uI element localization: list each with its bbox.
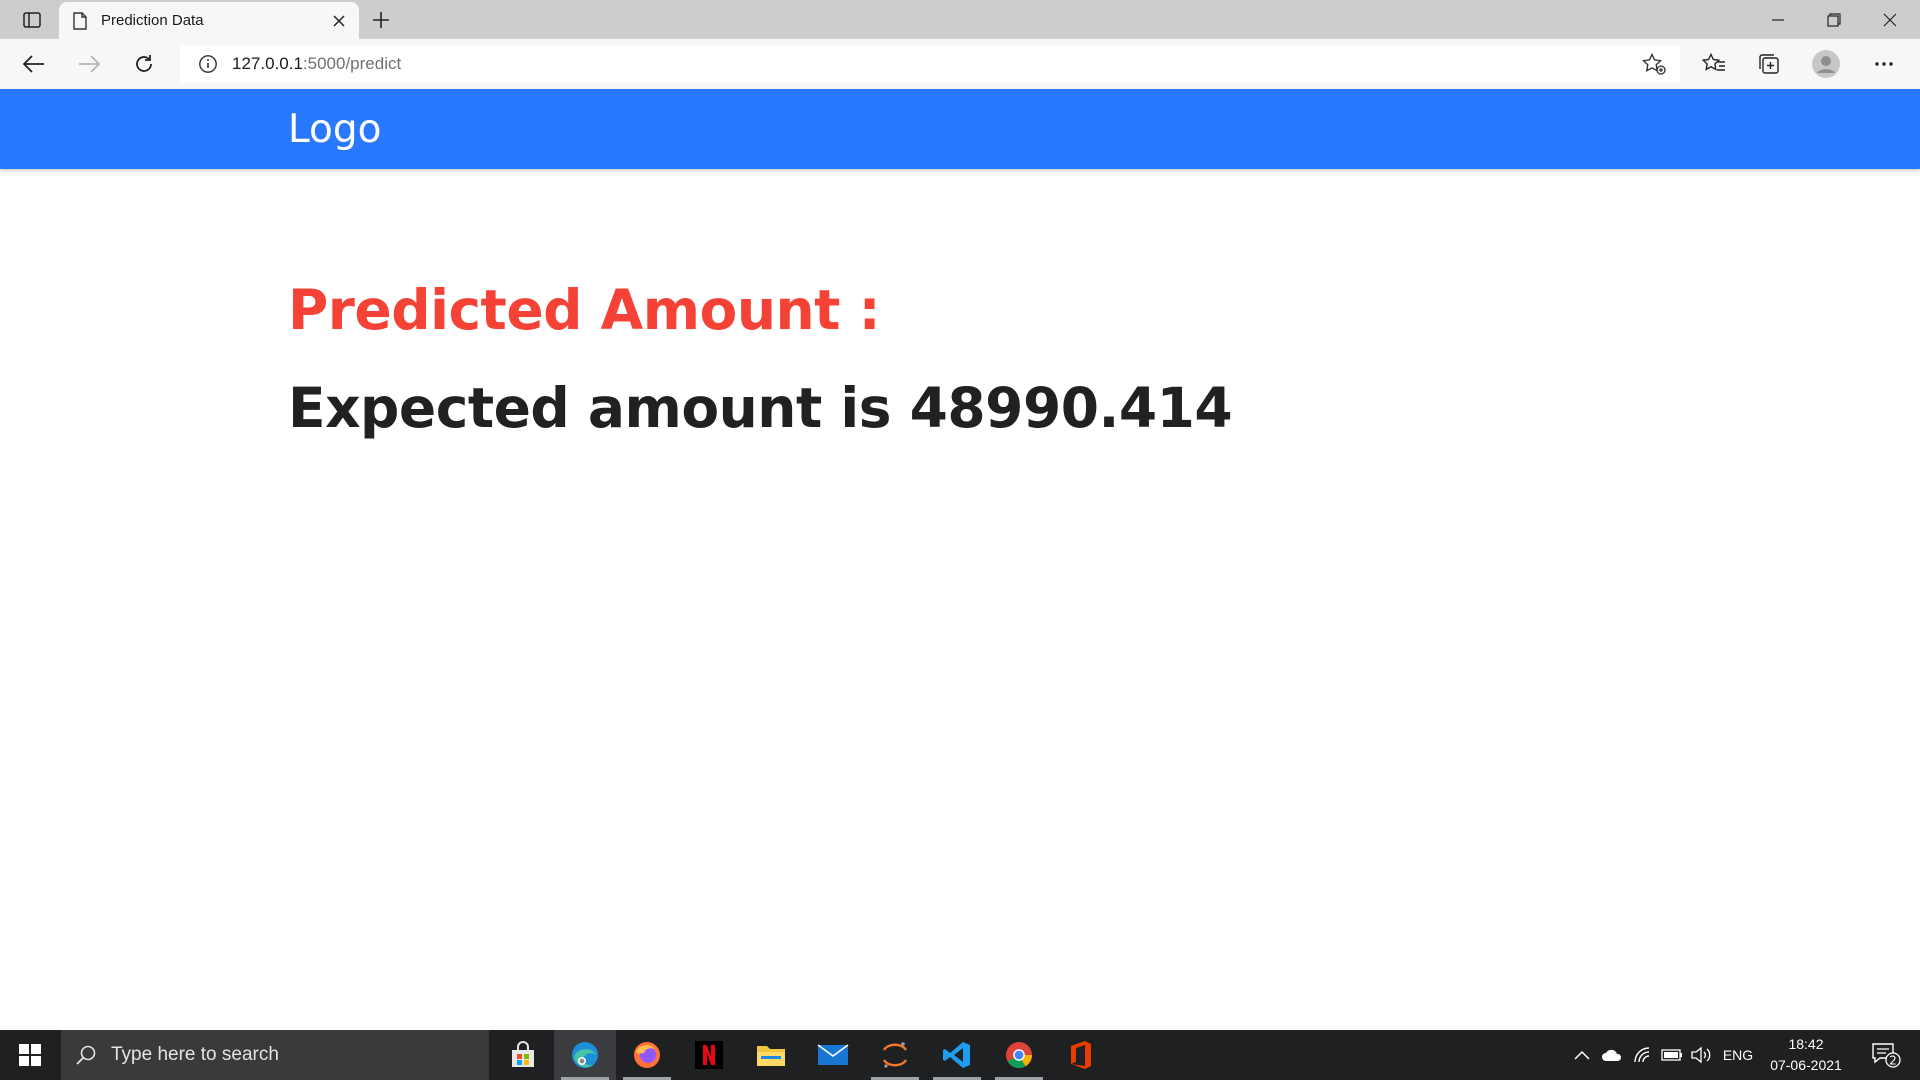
- wifi-icon: [1634, 1047, 1650, 1063]
- close-icon: [1883, 13, 1897, 26]
- browser-window: Prediction Data 127.0.0.1:5000/predict L…: [0, 0, 1920, 1080]
- vscode-icon: [943, 1042, 970, 1068]
- jupyter-icon: [882, 1042, 908, 1068]
- speaker-icon: [1691, 1046, 1711, 1064]
- search-placeholder: Type here to search: [111, 1044, 279, 1065]
- windows-logo-icon: [19, 1044, 41, 1066]
- taskbar-chrome[interactable]: [988, 1030, 1050, 1080]
- chrome-icon: [1006, 1042, 1033, 1069]
- close-icon: [333, 14, 345, 27]
- taskbar-search-box[interactable]: Type here to search: [61, 1030, 489, 1080]
- prediction-result: Expected amount is 48990.414: [288, 376, 1233, 440]
- site-logo[interactable]: Logo: [288, 107, 382, 152]
- taskbar-store[interactable]: [492, 1030, 554, 1080]
- cloud-icon: [1602, 1049, 1622, 1061]
- close-window-button[interactable]: [1862, 0, 1918, 39]
- address-bar[interactable]: 127.0.0.1:5000/predict: [180, 45, 1680, 83]
- edge-icon: [572, 1042, 598, 1068]
- store-icon: [512, 1041, 534, 1067]
- start-button[interactable]: [0, 1030, 60, 1080]
- new-tab-button[interactable]: [366, 5, 396, 35]
- notification-icon: 2: [1872, 1043, 1901, 1068]
- page-icon: [73, 11, 87, 30]
- mail-icon: [817, 1044, 849, 1065]
- chevron-up-icon: [1574, 1050, 1590, 1060]
- url-text: 127.0.0.1:5000/predict: [232, 54, 401, 74]
- settings-menu-button[interactable]: [1866, 47, 1902, 81]
- refresh-icon: [136, 55, 152, 72]
- refresh-button[interactable]: [126, 47, 162, 81]
- prediction-heading: Predicted Amount :: [288, 278, 881, 342]
- collections-icon: [1759, 54, 1779, 74]
- action-center-button[interactable]: 2: [1862, 1030, 1912, 1080]
- language-label: ENG: [1722, 1047, 1754, 1063]
- star-add-icon: [1642, 53, 1666, 75]
- taskbar-firefox[interactable]: [616, 1030, 678, 1080]
- more-icon: [1875, 62, 1893, 66]
- taskbar-mail[interactable]: [802, 1030, 864, 1080]
- restore-icon: [1827, 12, 1841, 27]
- site-info-button[interactable]: [188, 45, 228, 83]
- add-favorite-button[interactable]: [1640, 51, 1668, 77]
- minimize-button[interactable]: [1750, 0, 1806, 39]
- profile-button[interactable]: [1808, 47, 1844, 81]
- restore-button[interactable]: [1806, 0, 1862, 39]
- tab-close-button[interactable]: [325, 7, 353, 35]
- minimize-icon: [1772, 18, 1784, 21]
- url-path: :5000/predict: [302, 54, 402, 73]
- favorites-button[interactable]: [1696, 47, 1732, 81]
- site-navbar: Logo: [0, 89, 1920, 169]
- firefox-icon: [634, 1042, 660, 1068]
- search-icon: [76, 1045, 96, 1065]
- language-indicator[interactable]: ENG: [1720, 1030, 1756, 1080]
- forward-arrow-icon: [79, 55, 100, 73]
- tab-strip: Prediction Data: [0, 0, 1920, 39]
- clock-time: 18:42: [1788, 1036, 1824, 1052]
- taskbar-clock[interactable]: 18:42 07-06-2021: [1760, 1034, 1852, 1076]
- volume-tray[interactable]: [1688, 1030, 1716, 1080]
- plus-icon: [373, 12, 389, 28]
- info-icon: [199, 55, 217, 73]
- taskbar-file-explorer[interactable]: [740, 1030, 802, 1080]
- file-explorer-icon: [757, 1046, 785, 1066]
- tab-title: Prediction Data: [101, 12, 204, 29]
- forward-button[interactable]: [71, 47, 107, 81]
- battery-tray[interactable]: [1658, 1030, 1686, 1080]
- taskbar-edge[interactable]: [554, 1030, 616, 1080]
- taskbar-vscode[interactable]: [926, 1030, 988, 1080]
- onedrive-tray[interactable]: [1598, 1030, 1626, 1080]
- network-tray[interactable]: [1630, 1030, 1656, 1080]
- clock-date: 07-06-2021: [1770, 1057, 1842, 1073]
- tab-actions-icon: [23, 12, 41, 28]
- collections-button[interactable]: [1751, 47, 1787, 81]
- tab-actions-button[interactable]: [14, 6, 50, 34]
- battery-icon: [1661, 1049, 1682, 1061]
- avatar-icon: [1812, 50, 1840, 78]
- windows-taskbar: Type here to search ENG 18:42 07-06-2021…: [0, 1030, 1920, 1080]
- back-button[interactable]: [16, 47, 52, 81]
- taskbar-office[interactable]: [1050, 1030, 1112, 1080]
- url-host: 127.0.0.1: [232, 54, 303, 73]
- back-arrow-icon: [23, 55, 44, 73]
- favorites-icon: [1702, 53, 1725, 71]
- netflix-icon: [695, 1041, 723, 1069]
- address-toolbar: 127.0.0.1:5000/predict: [0, 39, 1920, 89]
- taskbar-jupyter[interactable]: [864, 1030, 926, 1080]
- tab-prediction-data[interactable]: Prediction Data: [59, 2, 359, 39]
- show-hidden-icons-button[interactable]: [1570, 1030, 1594, 1080]
- office-icon: [1071, 1041, 1091, 1069]
- notification-count: 2: [1889, 1054, 1897, 1068]
- taskbar-netflix[interactable]: [678, 1030, 740, 1080]
